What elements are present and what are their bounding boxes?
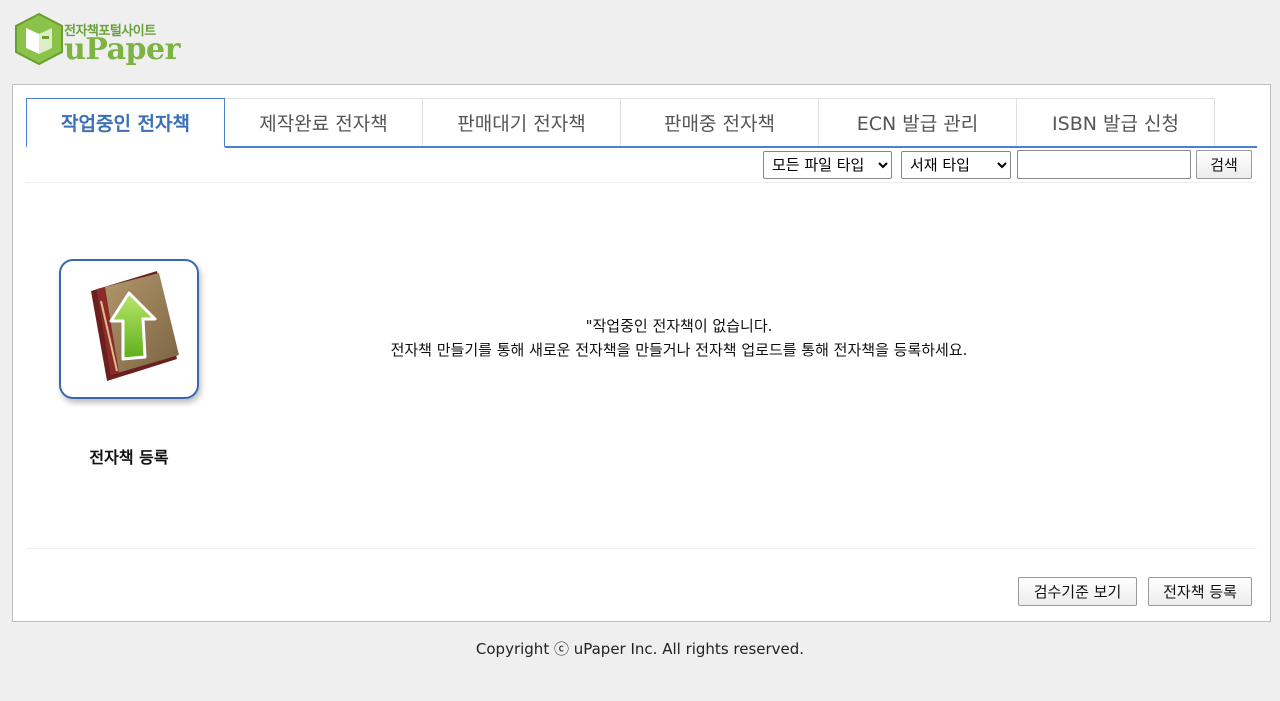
tab-ecn-management[interactable]: ECN 발급 관리 (818, 98, 1017, 146)
empty-list-message: "작업중인 전자책이 없습니다. 전자책 만들기를 통해 새로운 전자책을 만들… (226, 314, 1132, 362)
view-criteria-button[interactable]: 검수기준 보기 (1018, 577, 1137, 606)
tab-completed[interactable]: 제작완료 전자책 (224, 98, 423, 146)
tab-bar: 작업중인 전자책 제작완료 전자책 판매대기 전자책 판매중 전자책 ECN 발… (26, 98, 1257, 148)
book-list-area: 전자책 등록 "작업중인 전자책이 없습니다. 전자책 만들기를 통해 새로운 … (26, 183, 1257, 549)
search-input[interactable] (1017, 150, 1191, 179)
logo-book-icon (15, 12, 63, 66)
book-upload-icon (91, 271, 179, 381)
site-logo[interactable]: 전자책포털사이트 uPaper (12, 12, 180, 68)
register-ebook-caption: 전자책 등록 (89, 448, 169, 467)
file-type-select[interactable]: 모든 파일 타입 (763, 151, 892, 179)
tab-pending-sale[interactable]: 판매대기 전자책 (422, 98, 621, 146)
footer-copyright: Copyright ⓒ uPaper Inc. All rights reser… (475, 640, 805, 658)
register-ebook-tile[interactable] (59, 259, 199, 399)
main-panel: 작업중인 전자책 제작완료 전자책 판매대기 전자책 판매중 전자책 ECN 발… (12, 84, 1271, 622)
search-button[interactable]: 검색 (1196, 150, 1252, 179)
tab-isbn-request[interactable]: ISBN 발급 신청 (1016, 98, 1215, 146)
register-ebook-button[interactable]: 전자책 등록 (1148, 577, 1252, 606)
book-type-select[interactable]: 서재 타입 (901, 151, 1011, 179)
tab-in-progress[interactable]: 작업중인 전자책 (26, 98, 225, 148)
empty-message-line1: "작업중인 전자책이 없습니다. (585, 317, 773, 335)
logo-brand: uPaper (64, 32, 180, 67)
tab-on-sale[interactable]: 판매중 전자책 (620, 98, 819, 146)
filter-toolbar: 모든 파일 타입 서재 타입 검색 (26, 148, 1257, 183)
empty-message-line2: 전자책 만들기를 통해 새로운 전자책을 만들거나 전자책 업로드를 통해 전자… (390, 341, 968, 359)
